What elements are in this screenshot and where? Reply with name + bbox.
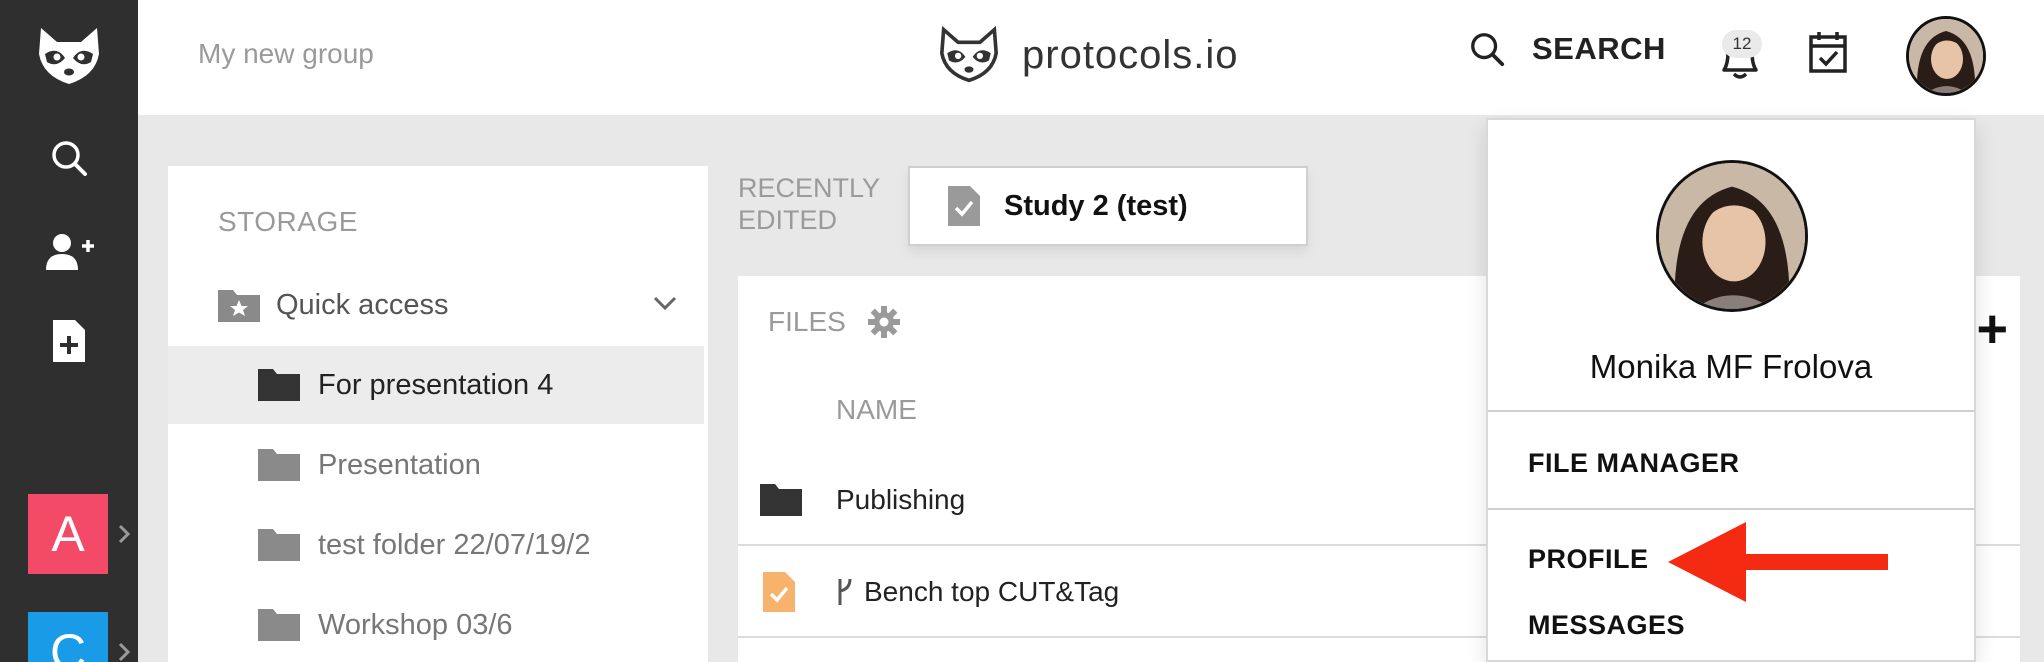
protocol-file-icon	[763, 572, 795, 612]
folder-icon	[760, 484, 802, 516]
folder-label: test folder 22/07/19/2	[318, 528, 591, 561]
quick-access-label: Quick access	[276, 288, 449, 321]
notification-badge: 12	[1722, 30, 1762, 58]
left-rail: A C	[0, 0, 138, 662]
menu-item-file-manager[interactable]: FILE MANAGER	[1528, 448, 1740, 479]
recently-edited-line2: EDITED	[738, 205, 838, 235]
add-file-icon[interactable]	[0, 318, 138, 364]
search-icon[interactable]	[0, 138, 138, 178]
menu-item-messages[interactable]: MESSAGES	[1528, 610, 1685, 641]
divider	[1488, 410, 1974, 412]
search-button[interactable]: SEARCH	[1468, 30, 1666, 68]
gear-icon[interactable]	[867, 306, 900, 338]
workspace-letter: A	[51, 506, 85, 562]
workspace-a[interactable]: A	[28, 494, 108, 574]
file-name: Publishing	[836, 484, 966, 515]
divider	[1488, 508, 1974, 510]
chevron-right-icon[interactable]	[116, 522, 132, 546]
user-avatar[interactable]	[1906, 16, 1986, 96]
group-name[interactable]: My new group	[198, 38, 374, 70]
recent-protocol-title: Study 2 (test)	[1004, 189, 1188, 222]
raccoon-logo-icon[interactable]	[0, 24, 138, 88]
recent-protocol-card[interactable]: Study 2 (test)	[908, 166, 1308, 246]
brand-logo[interactable]: protocols.io	[938, 26, 1239, 84]
top-bar: My new group protocols.io SEARCH 12	[138, 0, 2044, 115]
chevron-down-icon[interactable]	[652, 294, 678, 312]
folder-icon	[258, 529, 300, 561]
folder-item[interactable]: Presentation	[168, 426, 704, 504]
recently-edited-label: RECENTLY EDITED	[738, 172, 880, 236]
menu-item-profile[interactable]: PROFILE	[1528, 544, 1649, 575]
folder-label: For presentation 4	[318, 368, 554, 401]
files-header: FILES	[768, 306, 900, 338]
quick-access-toggle[interactable]: Quick access	[218, 288, 678, 322]
brand-name: protocols.io	[1022, 32, 1239, 77]
folder-item[interactable]: For presentation 4	[168, 346, 704, 424]
add-button[interactable]: +	[1976, 298, 2008, 360]
search-label: SEARCH	[1532, 31, 1666, 66]
avatar-photo	[1659, 163, 1805, 309]
column-header-name[interactable]: NAME	[836, 394, 917, 426]
raccoon-logo-icon	[939, 26, 999, 83]
folder-icon	[258, 449, 300, 481]
files-title: FILES	[768, 306, 846, 337]
storage-panel: STORAGE Quick access For presentation 4 …	[168, 166, 708, 662]
fork-icon	[838, 578, 852, 605]
workspace-c[interactable]: C	[28, 612, 108, 662]
user-name: Monika MF Frolova	[1589, 348, 1873, 385]
storage-title: STORAGE	[218, 206, 358, 237]
user-menu-avatar	[1656, 160, 1808, 312]
folder-icon	[258, 609, 300, 641]
calendar-check-icon[interactable]	[1808, 30, 1848, 74]
protocol-file-icon	[948, 186, 980, 226]
folder-item[interactable]: Workshop 03/6	[168, 586, 704, 662]
folder-icon	[258, 369, 300, 401]
recently-edited-line1: RECENTLY	[738, 173, 881, 203]
starred-folder-icon	[218, 290, 260, 322]
file-name: Bench top CUT&Tag	[864, 576, 1120, 607]
folder-label: Workshop 03/6	[318, 608, 513, 641]
folder-label: Presentation	[318, 448, 481, 481]
workspace-letter: C	[49, 624, 87, 662]
red-arrow-icon	[1668, 522, 1888, 602]
search-icon	[1471, 33, 1505, 67]
add-user-icon[interactable]	[0, 232, 138, 272]
chevron-right-icon[interactable]	[116, 640, 132, 662]
avatar-photo	[1909, 19, 1983, 93]
folder-item[interactable]: test folder 22/07/19/2	[168, 506, 704, 584]
